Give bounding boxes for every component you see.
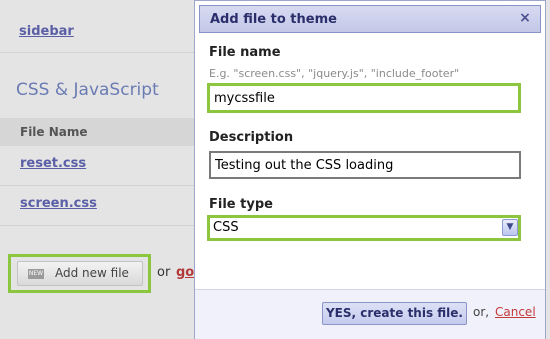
file-link-reset-css[interactable]: reset.css xyxy=(20,156,86,171)
file-name-label: File name xyxy=(209,45,281,60)
column-header-file-name: File Name xyxy=(20,125,88,139)
file-name-input[interactable] xyxy=(212,88,516,108)
or-text: or xyxy=(157,265,171,280)
add-new-file-button[interactable]: NEW Add new file xyxy=(17,261,143,286)
description-input[interactable] xyxy=(213,155,515,175)
file-link-screen-css[interactable]: screen.css xyxy=(20,196,97,211)
new-badge-icon: NEW xyxy=(28,269,44,279)
add-file-modal: Add file to theme × File name E.g. "scre… xyxy=(194,0,546,339)
close-icon[interactable]: × xyxy=(518,10,532,26)
table-header: File Name xyxy=(0,118,195,146)
modal-header: Add file to theme × xyxy=(199,5,541,33)
create-file-button[interactable]: YES, create this file. xyxy=(322,302,467,325)
file-type-value: CSS xyxy=(213,220,239,235)
cancel-link[interactable]: Cancel xyxy=(495,305,536,319)
go-link[interactable]: go xyxy=(176,265,194,280)
table-row: reset.css xyxy=(0,146,195,186)
footer-or-text: or, xyxy=(473,305,490,319)
add-file-highlight: NEW Add new file xyxy=(8,254,151,293)
divider xyxy=(0,52,195,53)
description-field xyxy=(209,151,521,179)
modal-title: Add file to theme xyxy=(210,12,337,27)
chevron-down-icon[interactable]: ▼ xyxy=(502,219,518,236)
file-type-label: File type xyxy=(209,197,273,212)
file-type-highlight: CSS ▼ xyxy=(207,215,521,241)
file-name-highlight xyxy=(207,83,521,113)
section-title: CSS & JavaScript xyxy=(16,80,159,100)
file-name-hint: E.g. "screen.css", "jquery.js", "include… xyxy=(209,67,460,80)
sidebar-link[interactable]: sidebar xyxy=(19,24,74,39)
file-type-select[interactable]: CSS ▼ xyxy=(210,218,518,238)
description-label: Description xyxy=(209,130,294,145)
table-row: screen.css xyxy=(0,186,195,226)
modal-footer: YES, create this file. or, Cancel xyxy=(195,289,545,339)
add-new-file-label: Add new file xyxy=(55,266,129,280)
